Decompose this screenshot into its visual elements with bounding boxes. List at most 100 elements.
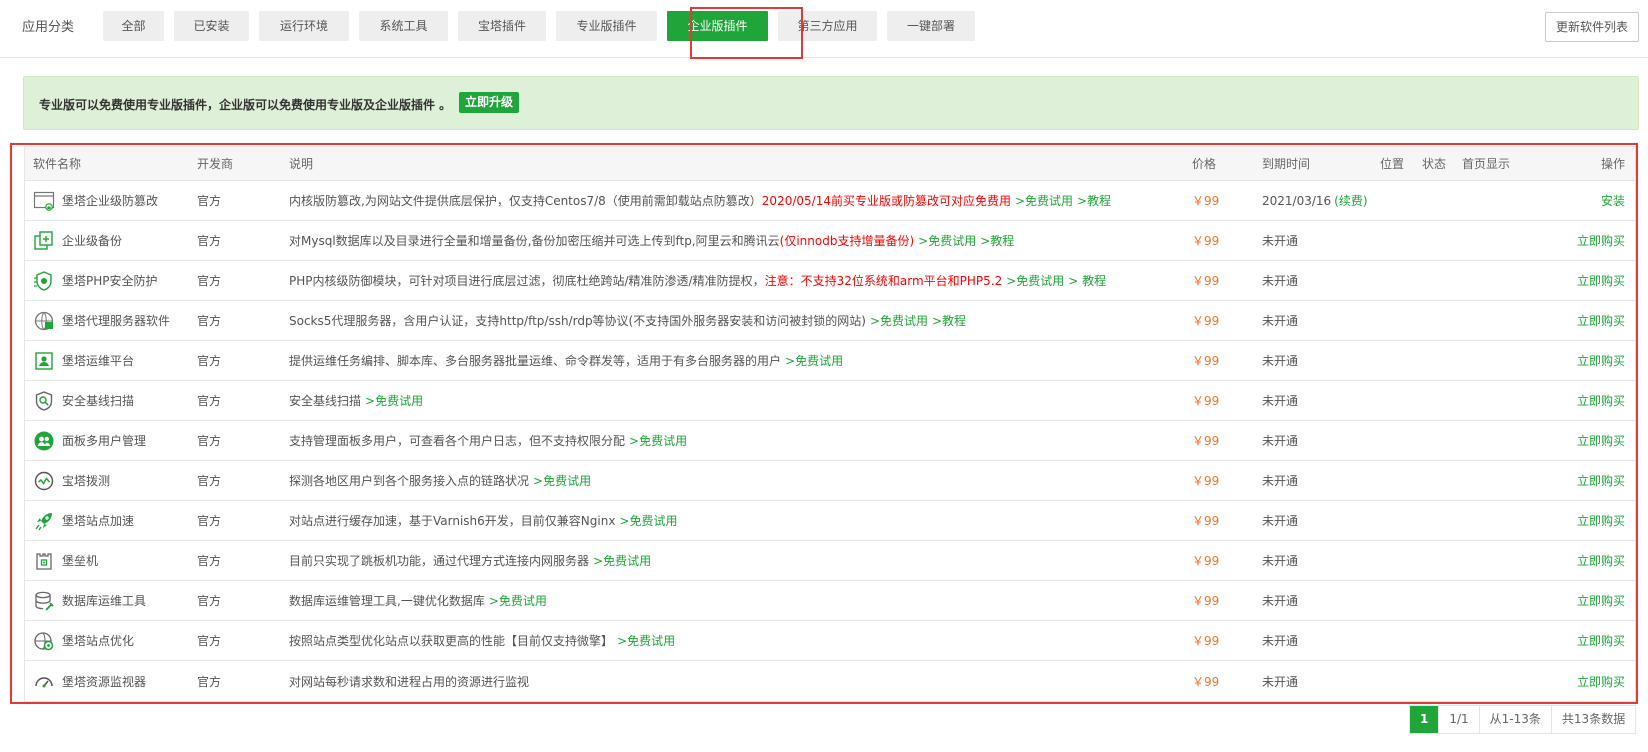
table-header: 软件名称 开发商 说明 价格 到期时间 位置 状态 首页显示 操作 xyxy=(25,147,1635,181)
action-cell: 立即购买 xyxy=(1535,581,1625,620)
page-current[interactable]: 1 xyxy=(1410,706,1439,733)
software-name-cell: 堡塔PHP安全防护 xyxy=(33,261,193,300)
software-name-cell: 宝塔拨测 xyxy=(33,461,193,500)
action-cell: 立即购买 xyxy=(1535,501,1625,540)
buy-now-link[interactable]: 立即购买 xyxy=(1577,472,1625,489)
desc-link[interactable]: >免费试用 xyxy=(593,552,651,569)
buy-now-link[interactable]: 立即购买 xyxy=(1577,392,1625,409)
header-price[interactable]: 价格 xyxy=(1192,147,1252,180)
table-row: 堡塔企业级防篡改 官方 内核版防篡改,为网站文件提供底层保护，仅支持Centos… xyxy=(25,181,1635,221)
software-name-cell: 面板多用户管理 xyxy=(33,421,193,460)
bastion-icon xyxy=(33,550,55,572)
expire-cell: 未开通 xyxy=(1262,261,1402,300)
developer: 官方 xyxy=(197,514,222,528)
desc-link[interactable]: >教程 xyxy=(980,232,1014,249)
software-name[interactable]: 面板多用户管理 xyxy=(62,432,146,449)
desc-link[interactable]: >免费试用 xyxy=(918,232,976,249)
table-row: 堡塔PHP安全防护 官方 PHP内核级防御模块，可针对项目进行底层过滤，彻底杜绝… xyxy=(25,261,1635,301)
refresh-software-list-button[interactable]: 更新软件列表 xyxy=(1545,12,1639,42)
price: ￥99 xyxy=(1192,194,1220,208)
buy-now-link[interactable]: 立即购买 xyxy=(1577,632,1625,649)
price: ￥99 xyxy=(1192,594,1220,608)
buy-now-link[interactable]: 立即购买 xyxy=(1577,272,1625,289)
software-name[interactable]: 堡塔运维平台 xyxy=(62,352,134,369)
software-name[interactable]: 数据库运维工具 xyxy=(62,592,146,609)
expire-date: 未开通 xyxy=(1262,554,1299,568)
backup-icon xyxy=(33,230,55,252)
price: ￥99 xyxy=(1192,634,1220,648)
header-name[interactable]: 软件名称 xyxy=(33,147,193,180)
desc-link[interactable]: >教程 xyxy=(1077,192,1111,209)
software-name[interactable]: 堡塔PHP安全防护 xyxy=(62,272,158,289)
ops-platform-icon xyxy=(33,350,55,372)
software-name[interactable]: 堡塔站点优化 xyxy=(62,632,134,649)
install-link[interactable]: 安装 xyxy=(1601,192,1625,209)
notice-text: 专业版可以免费使用专业版插件，企业版可以免费使用专业版及企业版插件 。 xyxy=(39,98,452,112)
software-name-cell: 堡塔站点优化 xyxy=(33,621,193,660)
tab-system-tools[interactable]: 系统工具 xyxy=(359,11,448,41)
renew-link[interactable]: (续费) xyxy=(1334,192,1367,209)
buy-now-link[interactable]: 立即购买 xyxy=(1577,512,1625,529)
price: ￥99 xyxy=(1192,394,1220,408)
desc-link[interactable]: >免费试用 xyxy=(489,592,547,609)
software-name[interactable]: 堡塔代理服务器软件 xyxy=(62,312,170,329)
software-name-cell: 数据库运维工具 xyxy=(33,581,193,620)
software-name[interactable]: 宝塔拨测 xyxy=(62,472,110,489)
desc-link[interactable]: >免费试用 xyxy=(1015,192,1073,209)
upgrade-now-button[interactable]: 立即升级 xyxy=(459,92,520,113)
expire-date: 未开通 xyxy=(1262,354,1299,368)
tab-installed[interactable]: 已安装 xyxy=(174,11,249,41)
buy-now-link[interactable]: 立即购买 xyxy=(1577,232,1625,249)
software-name-cell: 堡塔资源监视器 xyxy=(33,661,193,701)
tab-all[interactable]: 全部 xyxy=(103,11,164,41)
buy-now-link[interactable]: 立即购买 xyxy=(1577,673,1625,690)
desc-link[interactable]: >免费试用 xyxy=(365,392,423,409)
action-cell: 立即购买 xyxy=(1535,421,1625,460)
tab-bt-plugins[interactable]: 宝塔插件 xyxy=(458,11,546,41)
description: 目前只实现了跳板机功能，通过代理方式连接内网服务器 xyxy=(289,554,590,568)
description: PHP内核级防御模块，可针对项目进行底层过滤，彻底杜绝跨站/精准防渗透/精准防提… xyxy=(289,274,765,288)
action-cell: 立即购买 xyxy=(1535,661,1625,701)
buy-now-link[interactable]: 立即购买 xyxy=(1577,592,1625,609)
category-tabs: 全部 已安装 运行环境 系统工具 宝塔插件 专业版插件 企业版插件 第三方应用 … xyxy=(103,11,975,41)
desc-link[interactable]: >免费试用 xyxy=(1006,272,1064,289)
buy-now-link[interactable]: 立即购买 xyxy=(1577,552,1625,569)
description: 数据库运维管理工具,一键优化数据库 xyxy=(289,594,485,608)
software-name-cell: 堡塔企业级防篡改 xyxy=(33,181,193,220)
buy-now-link[interactable]: 立即购买 xyxy=(1577,312,1625,329)
desc-link[interactable]: >免费试用 xyxy=(617,632,675,649)
desc-link[interactable]: >免费试用 xyxy=(619,512,677,529)
expire-cell: 未开通 xyxy=(1262,341,1402,380)
developer: 官方 xyxy=(197,594,222,608)
price: ￥99 xyxy=(1192,554,1220,568)
tab-one-click-deploy[interactable]: 一键部署 xyxy=(887,11,975,41)
developer: 官方 xyxy=(197,434,222,448)
description: Socks5代理服务器，含用户认证，支持http/ftp/ssh/rdp等协议(… xyxy=(289,314,866,328)
description: 探测各地区用户到各个服务接入点的链路状况 xyxy=(289,474,530,488)
tab-runtime[interactable]: 运行环境 xyxy=(259,11,349,41)
desc-link[interactable]: >免费试用 xyxy=(629,432,687,449)
page-count: 1/1 xyxy=(1438,706,1478,733)
software-name[interactable]: 堡塔资源监视器 xyxy=(62,673,146,690)
desc-link[interactable]: >教程 xyxy=(932,312,966,329)
software-name[interactable]: 安全基线扫描 xyxy=(62,392,134,409)
desc-link[interactable]: > 教程 xyxy=(1068,272,1106,289)
buy-now-link[interactable]: 立即购买 xyxy=(1577,432,1625,449)
software-name[interactable]: 堡塔企业级防篡改 xyxy=(62,192,158,209)
desc-link[interactable]: >免费试用 xyxy=(533,472,591,489)
tab-pro-plugins[interactable]: 专业版插件 xyxy=(556,11,657,41)
developer: 官方 xyxy=(197,634,222,648)
action-cell: 立即购买 xyxy=(1535,621,1625,660)
desc-link[interactable]: >免费试用 xyxy=(870,312,928,329)
software-name[interactable]: 堡塔站点加速 xyxy=(62,512,134,529)
description: 按照站点类型优化站点以获取更高的性能【目前仅支持微擎】 xyxy=(289,634,614,648)
desc-link[interactable]: >免费试用 xyxy=(785,352,843,369)
developer: 官方 xyxy=(197,234,222,248)
buy-now-link[interactable]: 立即购买 xyxy=(1577,352,1625,369)
software-name[interactable]: 堡垒机 xyxy=(62,552,98,569)
description-cell: 数据库运维管理工具,一键优化数据库 >免费试用 xyxy=(289,581,1189,620)
software-name[interactable]: 企业级备份 xyxy=(62,232,122,249)
expire-date: 2021/03/16 xyxy=(1262,193,1332,208)
action-cell: 立即购买 xyxy=(1535,381,1625,420)
price: ￥99 xyxy=(1192,474,1220,488)
